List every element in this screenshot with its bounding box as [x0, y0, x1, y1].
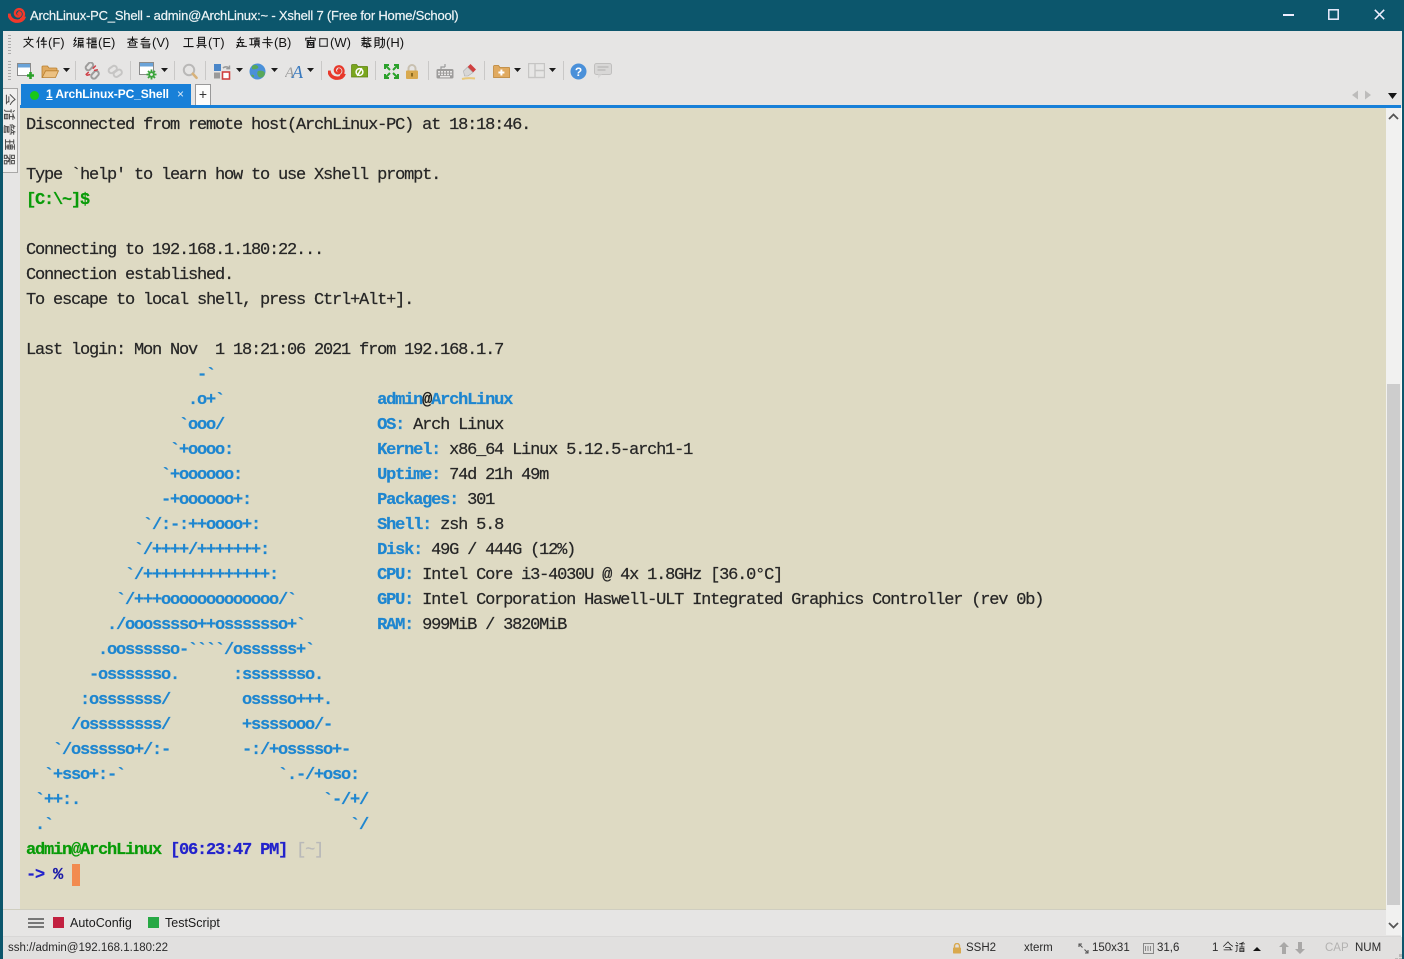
svg-text:?: ?	[575, 65, 582, 79]
svg-text:A: A	[291, 63, 303, 79]
